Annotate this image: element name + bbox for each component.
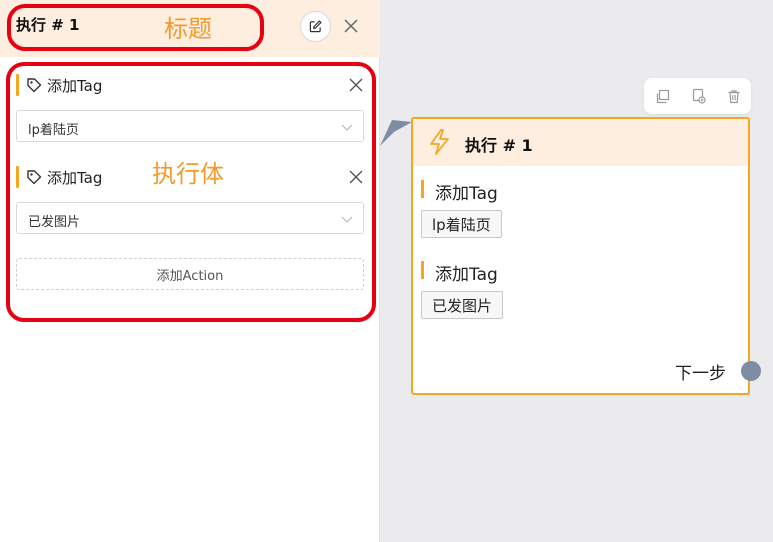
tag-accent-bar — [421, 180, 424, 198]
config-panel: 执行 # 1 标题 添加Tag lp着陆页 执行体 添加Tag 已发图片 添加A… — [0, 0, 380, 542]
add-action-button[interactable]: 添加Action — [16, 258, 364, 290]
select-value: 已发图片 — [28, 215, 81, 230]
node-tag-label: 添加Tag — [435, 184, 498, 204]
bolt-icon — [430, 129, 449, 155]
duplicate-icon — [692, 88, 706, 104]
node-toolbar — [644, 78, 751, 114]
delete-button[interactable] — [725, 87, 743, 105]
duplicate-button[interactable] — [689, 87, 707, 105]
remove-tag-button[interactable] — [348, 77, 364, 93]
chevron-down-icon — [341, 124, 353, 131]
tag-accent-bar — [16, 74, 19, 96]
edit-icon — [309, 20, 322, 33]
close-icon — [344, 19, 358, 33]
remove-tag-button[interactable] — [348, 169, 364, 185]
copy-icon — [656, 89, 669, 103]
tag-select-2[interactable]: 已发图片 — [16, 202, 364, 234]
chevron-down-icon — [341, 216, 353, 223]
close-icon — [349, 170, 363, 184]
action-node[interactable]: 执行 # 1 添加Tag lp着陆页 添加Tag 已发图片 下一步 — [411, 117, 750, 395]
close-panel-button[interactable] — [343, 18, 359, 34]
node-tag-chip: lp着陆页 — [421, 210, 502, 238]
trash-icon — [728, 89, 740, 103]
node-header: 执行 # 1 — [413, 119, 748, 166]
close-icon — [349, 78, 363, 92]
node-tag-label: 添加Tag — [435, 265, 498, 285]
node-tag-chip: 已发图片 — [421, 291, 504, 319]
copy-button[interactable] — [653, 87, 671, 105]
tag-accent-bar — [16, 166, 19, 188]
tag-label: 添加Tag — [47, 169, 103, 187]
title-highlight-box — [7, 4, 264, 51]
tag-accent-bar — [421, 261, 424, 279]
tag-row-2: 添加Tag — [16, 165, 364, 191]
tag-icon — [27, 78, 42, 93]
tag-select-1[interactable]: lp着陆页 — [16, 110, 364, 142]
tag-icon — [27, 170, 42, 185]
edit-title-button[interactable] — [300, 11, 331, 42]
tag-row-1: 添加Tag — [16, 73, 364, 99]
tag-label: 添加Tag — [47, 77, 103, 95]
connector-arrow — [380, 120, 412, 146]
next-step-port[interactable] — [741, 361, 761, 381]
node-title: 执行 # 1 — [465, 136, 533, 155]
select-value: lp着陆页 — [28, 123, 79, 138]
next-step-label: 下一步 — [675, 364, 726, 384]
